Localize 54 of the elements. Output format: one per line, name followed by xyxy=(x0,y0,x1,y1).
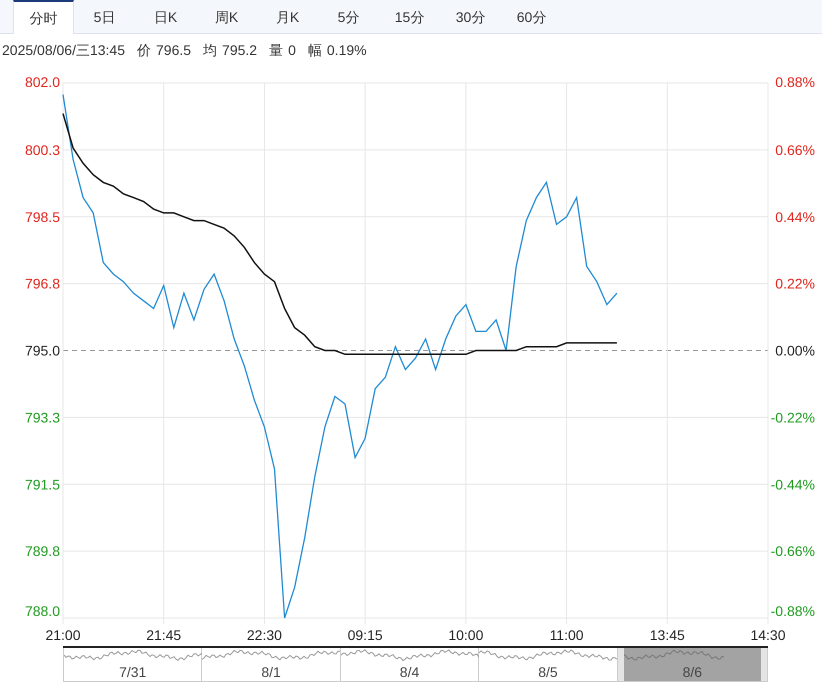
field-label: 均 xyxy=(203,40,218,60)
percent-axis-label: 0.66% xyxy=(775,142,815,158)
chart-tab[interactable]: 15分 xyxy=(379,0,440,34)
field-value: 0.19% xyxy=(326,40,367,60)
field-value: 795.2 xyxy=(222,40,258,60)
time-axis-label: 22:30 xyxy=(246,627,282,643)
time-axis-label: 09:15 xyxy=(348,627,383,643)
datetime-text: 2025/08/06/三13:45 xyxy=(2,40,125,60)
time-axis-label: 13:45 xyxy=(650,627,685,643)
percent-axis-label: 0.44% xyxy=(775,208,815,225)
price-axis-label: 800.3 xyxy=(24,142,60,158)
field-label: 幅 xyxy=(308,40,322,60)
percent-axis-label: 0.88% xyxy=(775,74,815,90)
chart-tab[interactable]: 日K xyxy=(135,0,196,34)
field-value: 796.5 xyxy=(156,40,192,60)
day-segment[interactable]: 8/4 xyxy=(340,648,480,681)
day-label: 8/1 xyxy=(261,664,281,680)
price-axis-label: 788.0 xyxy=(24,603,60,619)
time-axis-label: 11:00 xyxy=(550,627,584,643)
percent-axis-label: -0.88% xyxy=(770,603,815,619)
price-axis-label: 796.8 xyxy=(24,276,60,292)
price-axis-label: 802.0 xyxy=(24,74,60,90)
percent-axis-label: -0.66% xyxy=(770,543,815,560)
percent-axis-label: -0.44% xyxy=(770,476,815,492)
time-axis-label: 21:45 xyxy=(146,627,182,643)
chart-tab[interactable]: 5分 xyxy=(318,0,379,34)
field-label: 价 xyxy=(137,40,151,60)
field-value: 0 xyxy=(288,40,296,60)
day-label: 8/4 xyxy=(400,664,420,680)
day-segment[interactable]: 8/1 xyxy=(202,648,341,681)
selected-range[interactable]: 8/6 xyxy=(618,648,768,681)
price-axis-label: 795.0 xyxy=(24,342,60,358)
time-axis-label: 21:00 xyxy=(45,627,81,643)
price-axis-label: 793.3 xyxy=(24,409,60,426)
day-label: 8/6 xyxy=(682,664,702,680)
chart-tab[interactable]: 周K xyxy=(196,0,257,34)
chart-tab[interactable]: 30分 xyxy=(440,0,501,34)
chart-tab[interactable]: 月K xyxy=(257,0,318,34)
percent-axis-label: 0.00% xyxy=(775,342,815,358)
percent-axis-label: -0.22% xyxy=(770,409,815,426)
price-axis-label: 791.5 xyxy=(24,476,60,492)
day-label: 7/31 xyxy=(119,664,146,680)
time-axis-label: 14:30 xyxy=(750,627,786,643)
price-axis-label: 789.8 xyxy=(24,543,60,560)
time-axis-label: 10:00 xyxy=(448,627,484,643)
day-segment[interactable]: 8/5 xyxy=(479,648,618,681)
price-axis-label: 798.5 xyxy=(24,208,60,225)
day-segment[interactable]: 7/31 xyxy=(64,648,202,681)
chart-tab[interactable]: 60分 xyxy=(501,0,562,34)
chart-tab[interactable]: 分时 xyxy=(13,0,74,34)
day-label: 8/5 xyxy=(538,664,558,680)
chart-tab[interactable]: 5日 xyxy=(74,0,135,34)
percent-axis-label: 0.22% xyxy=(775,276,815,292)
field-label: 量 xyxy=(269,40,284,60)
